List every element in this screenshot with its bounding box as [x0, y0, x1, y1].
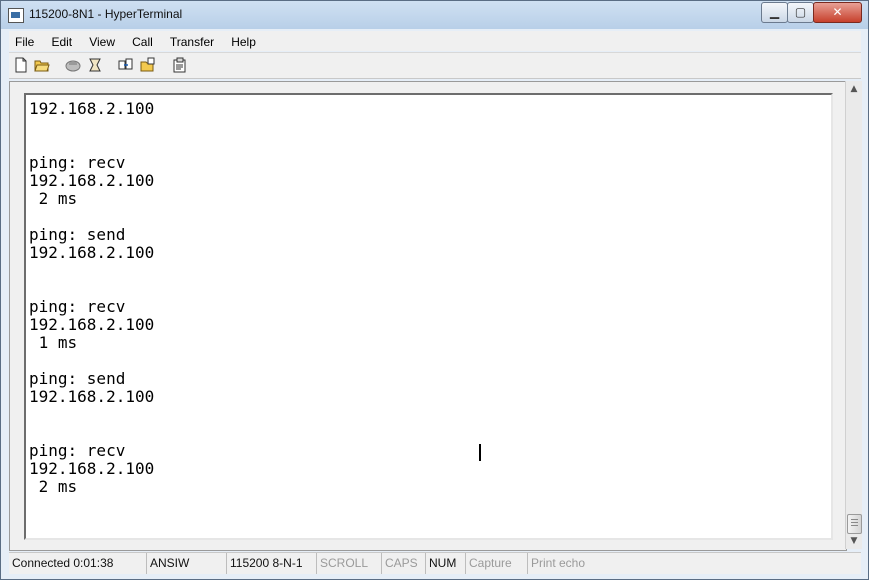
new-document-icon[interactable] — [13, 57, 29, 73]
connect-phone-icon[interactable] — [65, 57, 81, 73]
menu-edit[interactable]: Edit — [45, 32, 78, 49]
properties-icon[interactable] — [172, 57, 188, 73]
title-bar[interactable]: 115200-8N1 - HyperTerminal ▁ ▢ ✕ — [1, 1, 868, 29]
menu-call[interactable]: Call — [126, 32, 159, 49]
menu-bar: File Edit View Call Transfer Help — [9, 31, 861, 51]
scroll-up-arrow-icon[interactable]: ▲ — [846, 81, 862, 97]
grip-icon — [851, 519, 858, 528]
menu-help[interactable]: Help — [225, 32, 262, 49]
terminal-frame: 192.168.2.100 ping: recv 192.168.2.100 2… — [9, 81, 847, 551]
status-connected: Connected 0:01:38 — [9, 553, 147, 574]
receive-icon[interactable] — [140, 57, 156, 73]
vertical-scrollbar[interactable]: ▲ ▼ — [845, 81, 862, 549]
close-button[interactable]: ✕ — [813, 2, 862, 23]
status-scroll: SCROLL — [317, 553, 382, 574]
scroll-down-arrow-icon[interactable]: ▼ — [846, 533, 862, 549]
status-port-settings: 115200 8-N-1 — [227, 553, 317, 574]
menu-file[interactable]: File — [9, 32, 40, 49]
maximize-button[interactable]: ▢ — [787, 2, 814, 23]
terminal-output: 192.168.2.100 ping: recv 192.168.2.100 2… — [29, 99, 155, 496]
hyperterminal-window: 115200-8N1 - HyperTerminal ▁ ▢ ✕ File Ed… — [0, 0, 869, 580]
minimize-button[interactable]: ▁ — [761, 2, 788, 23]
open-folder-icon[interactable] — [34, 57, 50, 73]
status-num: NUM — [426, 553, 466, 574]
status-emulation: ANSIW — [147, 553, 227, 574]
text-cursor — [479, 444, 481, 461]
toolbar — [9, 52, 861, 79]
menu-transfer[interactable]: Transfer — [164, 32, 220, 49]
status-capture: Capture — [466, 553, 528, 574]
send-icon[interactable] — [118, 57, 134, 73]
status-caps: CAPS — [382, 553, 426, 574]
status-bar: Connected 0:01:38 ANSIW 115200 8-N-1 SCR… — [9, 552, 861, 574]
disconnect-phone-icon[interactable] — [87, 57, 103, 73]
menu-view[interactable]: View — [83, 32, 121, 49]
window-title: 115200-8N1 - HyperTerminal — [29, 7, 183, 21]
scrollbar-thumb[interactable] — [847, 514, 862, 534]
app-icon[interactable] — [8, 8, 24, 23]
terminal-screen[interactable]: 192.168.2.100 ping: recv 192.168.2.100 2… — [24, 93, 833, 540]
status-print-echo: Print echo — [531, 556, 586, 570]
